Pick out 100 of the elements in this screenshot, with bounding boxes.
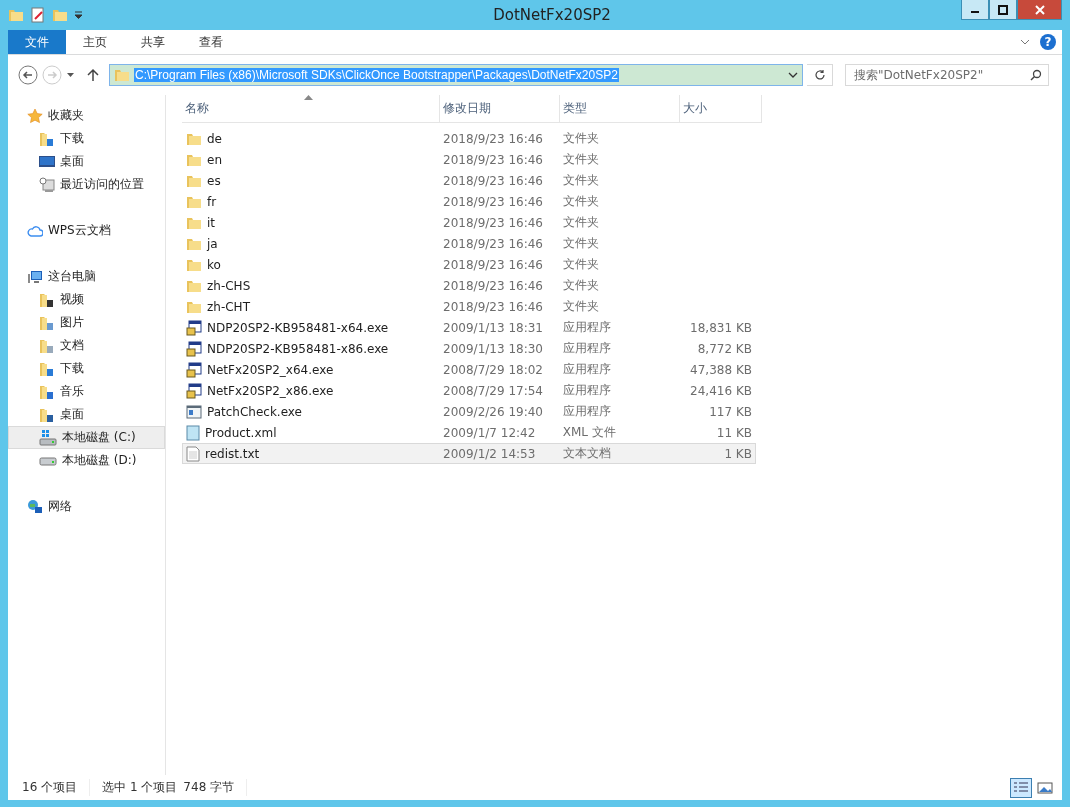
ribbon-tab[interactable]: 查看	[182, 30, 240, 54]
file-type: 文件夹	[562, 130, 599, 147]
file-row[interactable]: de 2018/9/23 16:46 文件夹	[182, 128, 756, 149]
file-row[interactable]: NetFx20SP2_x64.exe 2008/7/29 18:02 应用程序 47,388 KB	[182, 359, 756, 380]
nav-pane-item[interactable]: 这台电脑	[8, 265, 165, 288]
refresh-button[interactable]	[807, 64, 833, 86]
nav-pane-item[interactable]: 本地磁盘 (C:)	[8, 426, 165, 449]
search-icon[interactable]	[1030, 69, 1042, 81]
back-button[interactable]	[18, 65, 38, 85]
up-arrow-icon[interactable]	[87, 68, 99, 82]
modified-date: 2009/1/2 14:53	[443, 446, 536, 461]
nav-item-label: 收藏夹	[48, 107, 84, 124]
sort-ascending-icon	[304, 95, 313, 100]
nav-pane-item[interactable]: 图片	[8, 311, 165, 334]
modified-date: 2018/9/23 16:46	[443, 299, 543, 314]
nav-pane-item[interactable]: 网络	[8, 495, 165, 518]
nav-pane-item[interactable]: 最近访问的位置	[8, 173, 165, 196]
modified-date: 2009/2/26 19:40	[443, 404, 543, 419]
address-path: C:\Program Files (x86)\Microsoft SDKs\ClickOnce Bootstrapper\Packages\DotNetFx20SP2	[134, 68, 619, 82]
folder-icon	[39, 337, 55, 354]
file-row[interactable]: zh-CHT 2018/9/23 16:46 文件夹	[182, 296, 756, 317]
file-name: zh-CHT	[207, 299, 250, 314]
file-row[interactable]: NDP20SP2-KB958481-x86.exe 2009/1/13 18:30 应用程序 8,772 KB	[182, 338, 756, 359]
file-row[interactable]: ko 2018/9/23 16:46 文件夹	[182, 254, 756, 275]
maximize-icon	[998, 4, 1008, 15]
file-row[interactable]: Product.xml 2009/1/7 12:42 XML 文件 11 KB	[182, 422, 756, 443]
file-row[interactable]: fr 2018/9/23 16:46 文件夹	[182, 191, 756, 212]
minimize-button[interactable]	[961, 0, 989, 20]
file-row[interactable]: NetFx20SP2_x86.exe 2008/7/29 17:54 应用程序 24,416 KB	[182, 380, 756, 401]
folder-icon	[39, 383, 55, 400]
installer-icon	[186, 340, 202, 357]
folder-icon	[39, 291, 55, 308]
dropdown-caret-icon[interactable]	[788, 72, 798, 78]
item-count: 16 个项目	[22, 779, 91, 796]
search-field[interactable]: 搜索"DotNetFx20SP2"	[845, 64, 1049, 86]
file-row[interactable]: ja 2018/9/23 16:46 文件夹	[182, 233, 756, 254]
file-tab[interactable]: 文件	[8, 30, 66, 54]
details-list-icon	[1013, 780, 1029, 795]
column-header[interactable]: 名称	[182, 95, 440, 122]
file-type: 文件夹	[562, 214, 599, 231]
system-drive-icon	[39, 429, 57, 446]
folder-icon	[39, 360, 55, 377]
new-folder-icon	[52, 7, 68, 23]
folder-icon	[8, 7, 24, 23]
file-row[interactable]: NDP20SP2-KB958481-x64.exe 2009/1/13 18:31 应用程序 18,831 KB	[182, 317, 756, 338]
file-name: ko	[207, 257, 221, 272]
help-button[interactable]: ?	[1040, 34, 1056, 50]
refresh-icon	[813, 69, 826, 81]
ribbon-tab[interactable]: 主页	[66, 30, 124, 54]
details-view-button[interactable]	[1010, 777, 1032, 798]
nav-pane-item[interactable]: 本地磁盘 (D:)	[8, 449, 165, 472]
nav-pane-item[interactable]: 桌面	[8, 403, 165, 426]
recent-locations-caret-icon[interactable]	[66, 72, 75, 78]
ribbon-tab[interactable]: 共享	[124, 30, 182, 54]
nav-pane-item[interactable]: 桌面	[8, 150, 165, 173]
properties-icon[interactable]	[30, 7, 46, 23]
nav-pane-item[interactable]: WPS云文档	[8, 219, 165, 242]
file-row[interactable]: es 2018/9/23 16:46 文件夹	[182, 170, 756, 191]
nav-pane-item[interactable]: 下载	[8, 357, 165, 380]
computer-icon	[27, 268, 43, 285]
column-header[interactable]: 类型	[560, 95, 680, 122]
expand-ribbon-icon[interactable]	[1020, 39, 1030, 45]
column-header[interactable]: 修改日期	[440, 95, 560, 122]
file-name: de	[207, 131, 222, 146]
column-header[interactable]: 大小	[680, 95, 762, 122]
file-name: fr	[207, 194, 217, 209]
close-button[interactable]	[1017, 0, 1062, 20]
nav-pane-item[interactable]: 音乐	[8, 380, 165, 403]
file-type: 应用程序	[562, 382, 611, 399]
modified-date: 2018/9/23 16:46	[443, 194, 543, 209]
dropdown-caret-icon[interactable]	[74, 11, 83, 19]
maximize-button[interactable]	[989, 0, 1017, 20]
selection-info: 选中 1 个项目	[102, 779, 178, 796]
file-type: 应用程序	[562, 340, 611, 357]
close-icon	[1034, 4, 1045, 15]
file-size: 1 KB	[724, 446, 752, 461]
installer-icon	[186, 361, 202, 378]
folder-icon	[39, 406, 55, 423]
nav-pane-item[interactable]: 下载	[8, 127, 165, 150]
file-row[interactable]: en 2018/9/23 16:46 文件夹	[182, 149, 756, 170]
selected-file-row[interactable]: redist.txt 2009/1/2 14:53 文本文档 1 KB	[182, 443, 756, 464]
file-name: it	[207, 215, 216, 230]
nav-item-label: 下载	[60, 130, 84, 147]
installer-icon	[186, 382, 202, 399]
file-name: en	[207, 152, 222, 167]
nav-pane-item[interactable]: 文档	[8, 334, 165, 357]
modified-date: 2008/7/29 17:54	[443, 383, 543, 398]
file-size: 8,772 KB	[697, 341, 752, 356]
file-row[interactable]: it 2018/9/23 16:46 文件夹	[182, 212, 756, 233]
star-icon	[27, 107, 43, 124]
file-type: 文件夹	[562, 151, 599, 168]
nav-pane-item[interactable]: 视频	[8, 288, 165, 311]
file-name: PatchCheck.exe	[207, 404, 302, 419]
application-icon	[186, 403, 202, 420]
file-row[interactable]: zh-CHS 2018/9/23 16:46 文件夹	[182, 275, 756, 296]
file-type: 应用程序	[562, 361, 611, 378]
file-size: 24,416 KB	[690, 383, 752, 398]
folder-icon	[39, 130, 55, 147]
file-row[interactable]: PatchCheck.exe 2009/2/26 19:40 应用程序 117 KB	[182, 401, 756, 422]
nav-pane-item[interactable]: 收藏夹	[8, 104, 165, 127]
